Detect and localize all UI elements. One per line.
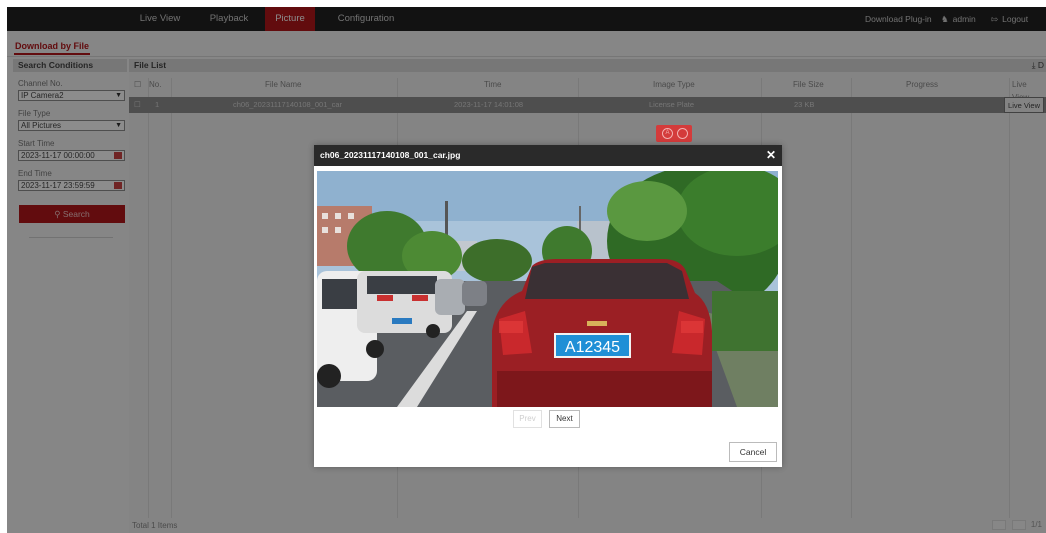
license-plate-text: A12345 <box>565 339 620 356</box>
image-preview-dialog: ch06_20231117140108_001_car.jpg ✕ A12345… <box>314 145 782 467</box>
dialog-title: ch06_20231117140108_001_car.jpg <box>320 150 461 160</box>
dialog-title-bar: ch06_20231117140108_001_car.jpg ✕ <box>314 145 782 166</box>
preview-image: A12345 <box>317 171 778 407</box>
zoom-out-icon[interactable] <box>677 128 688 139</box>
prev-button[interactable]: Prev <box>513 410 542 428</box>
page: Live View Playback Picture Configuration… <box>7 7 1046 533</box>
cancel-button[interactable]: Cancel <box>729 442 777 462</box>
close-icon[interactable]: ✕ <box>766 145 776 166</box>
zoom-in-icon[interactable]: A <box>662 128 673 139</box>
zoom-controls: A <box>656 125 692 142</box>
next-button[interactable]: Next <box>549 410 580 428</box>
